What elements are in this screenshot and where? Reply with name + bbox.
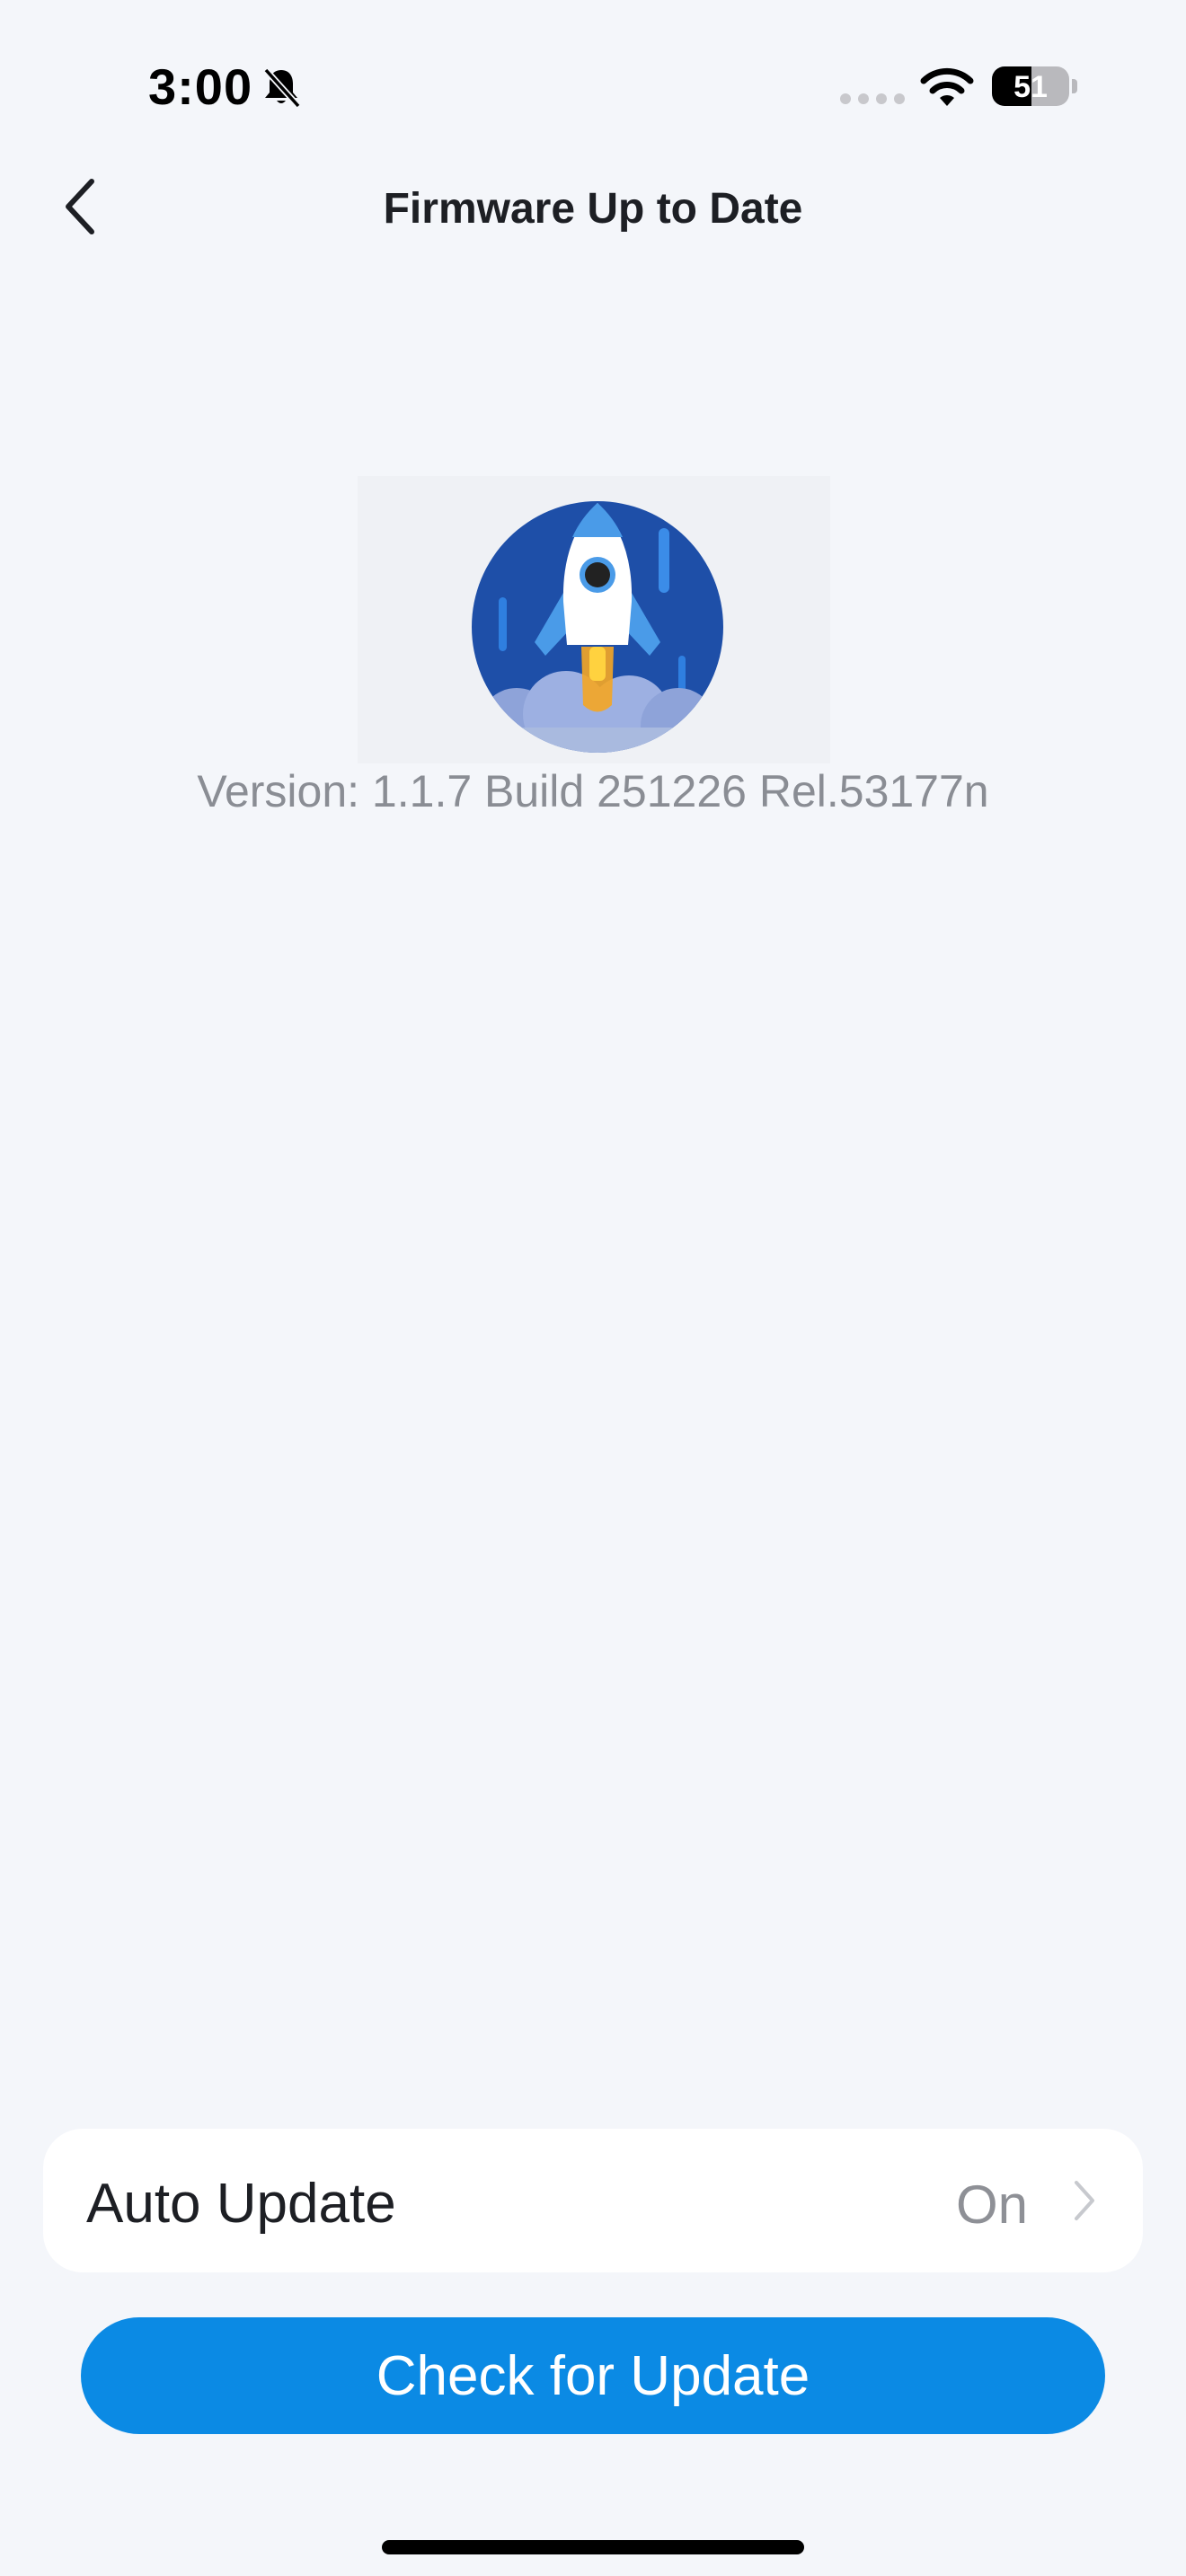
battery-percent: 51 — [1013, 70, 1048, 104]
auto-update-row[interactable]: Auto Update On — [43, 2129, 1143, 2272]
wifi-icon — [920, 67, 974, 106]
chevron-right-icon — [1075, 2181, 1094, 2220]
bell-slash-icon — [263, 67, 301, 109]
battery-icon: 51 — [992, 66, 1069, 106]
status-time: 3:00 — [148, 58, 253, 115]
firmware-version-text: Version: 1.1.7 Build 251226 Rel.53177n — [197, 766, 989, 816]
page-title: Firmware Up to Date — [383, 185, 803, 233]
battery-tip — [1072, 79, 1077, 93]
check-for-update-button[interactable]: Check for Update — [81, 2317, 1105, 2434]
auto-update-label: Auto Update — [86, 2173, 396, 2235]
status-bar: 3:00 51 — [0, 0, 1186, 171]
firmware-screen: 3:00 51 Firmware Up to Date Version: 1.1… — [0, 0, 1186, 2576]
cellular-signal-icon — [840, 93, 905, 104]
home-indicator[interactable] — [382, 2540, 804, 2554]
auto-update-value: On — [955, 2175, 1028, 2235]
rocket-launch-icon — [472, 501, 723, 753]
